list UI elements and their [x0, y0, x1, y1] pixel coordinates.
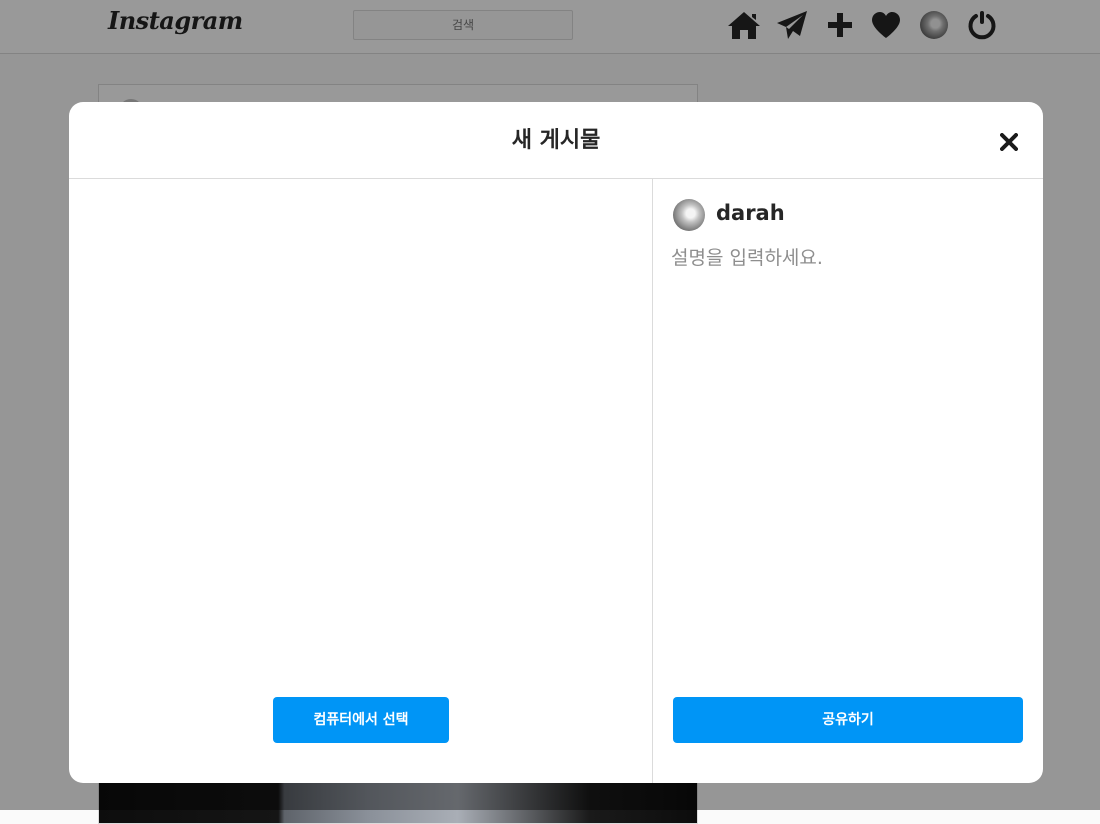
share-button[interactable]: 공유하기	[673, 697, 1023, 743]
caption-input[interactable]	[671, 243, 1021, 663]
modal-title: 새 게시물	[511, 128, 601, 153]
modal-header: 새 게시물	[69, 102, 1043, 179]
close-button[interactable]	[993, 126, 1025, 158]
select-from-computer-button[interactable]: 컴퓨터에서 선택	[273, 697, 449, 743]
image-upload-pane: 컴퓨터에서 선택	[69, 179, 653, 783]
post-details-pane: darah 공유하기	[653, 179, 1043, 783]
username: darah	[716, 201, 785, 225]
new-post-modal: 새 게시물 컴퓨터에서 선택 darah 공유하기	[69, 102, 1043, 783]
user-avatar	[673, 199, 705, 231]
close-icon	[1000, 133, 1018, 151]
